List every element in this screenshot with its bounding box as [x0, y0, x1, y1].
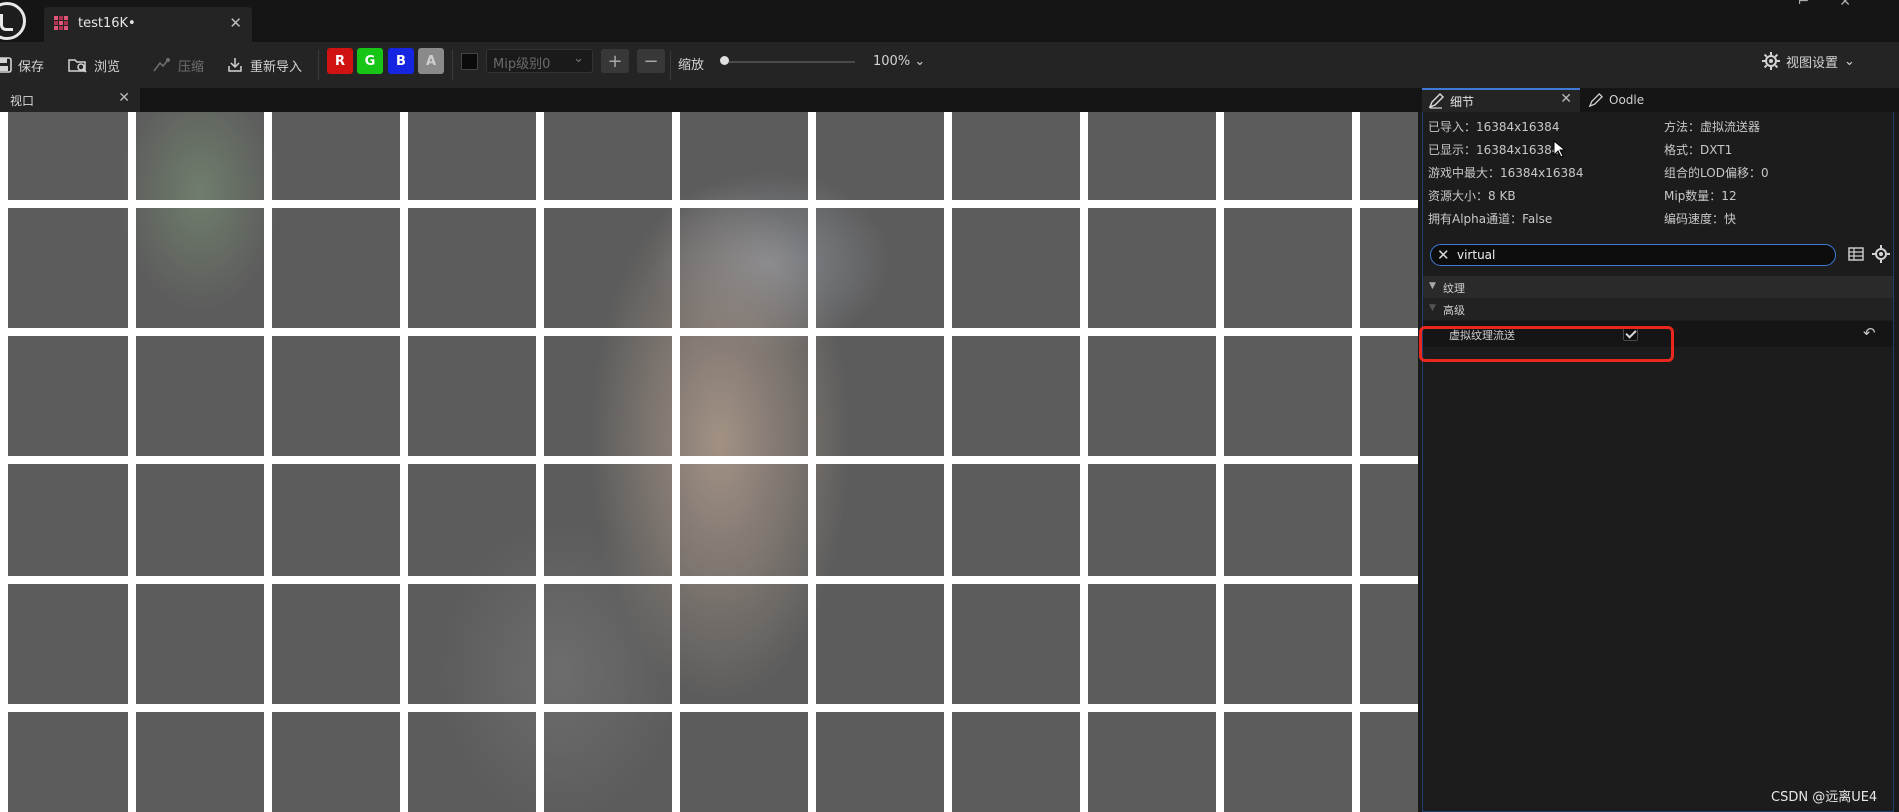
details-search-input[interactable]	[1457, 247, 1817, 263]
expand-arrow-icon: ▼	[1429, 281, 1436, 291]
details-tab[interactable]: 细节 ✕	[1422, 88, 1580, 112]
asset-tab-label: test16K•	[78, 16, 136, 31]
texture-viewport[interactable]	[0, 112, 1418, 812]
compress-button[interactable]: 压缩	[152, 42, 204, 88]
info-imported: 已导入：16384x16384	[1428, 120, 1560, 134]
channel-a-toggle[interactable]: A	[418, 48, 444, 74]
window-close-icon[interactable]: ✕	[1839, 0, 1881, 10]
compress-icon	[153, 58, 170, 72]
viewport-tab-label: 视口	[10, 94, 35, 108]
toolbar-divider	[318, 50, 319, 80]
details-tab-bar: 细节 ✕ Oodle	[1418, 88, 1899, 112]
zoom-slider-track[interactable]	[725, 61, 855, 63]
channel-r-toggle[interactable]: R	[327, 48, 353, 74]
chevron-down-icon: ⌄	[573, 51, 584, 66]
viewport-tab[interactable]: 视口 ✕	[0, 88, 140, 112]
oodle-tab[interactable]: Oodle	[1588, 88, 1644, 112]
info-max-in-game: 游戏中最大：16384x16384	[1428, 166, 1584, 180]
category-texture[interactable]: ▼ 纹理	[1423, 276, 1893, 298]
category-advanced-label: 高级	[1443, 304, 1465, 317]
table-view-icon[interactable]	[1848, 246, 1864, 262]
expand-arrow-icon: ▼	[1429, 303, 1436, 313]
reimport-label: 重新导入	[250, 59, 303, 75]
chevron-down-icon: ⌄	[1844, 53, 1855, 69]
zoom-value: 100%	[873, 54, 911, 69]
annotation-highlight-box	[1419, 326, 1674, 362]
browse-folder-icon	[68, 59, 87, 73]
close-icon[interactable]: ✕	[1560, 91, 1572, 107]
view-settings-button[interactable]: 视图设置 ⌄	[1762, 42, 1855, 80]
info-method: 方法：虚拟流送器	[1664, 120, 1761, 134]
details-tab-label: 细节	[1450, 95, 1475, 109]
info-displayed: 已显示：16384x16384	[1428, 143, 1560, 157]
info-lod-bias: 组合的LOD偏移：0	[1664, 166, 1769, 180]
info-format: 格式：DXT1	[1664, 143, 1733, 157]
pencil-icon	[1428, 93, 1444, 109]
browse-button[interactable]: 浏览	[68, 42, 120, 88]
mouse-cursor-icon	[1553, 140, 1565, 158]
title-bar: test16K• ✕ ⌐✕	[0, 0, 1899, 42]
mip-color-swatch[interactable]	[461, 53, 478, 70]
zoom-slider-thumb[interactable]	[720, 56, 729, 65]
save-button[interactable]: 保存	[0, 42, 44, 88]
channel-b-toggle[interactable]: B	[388, 48, 414, 74]
chevron-down-icon: ⌄	[914, 54, 926, 69]
save-label: 保存	[18, 59, 45, 75]
category-advanced[interactable]: ▼ 高级	[1423, 298, 1893, 320]
gear-icon[interactable]	[1872, 245, 1890, 263]
tile-grid-border	[0, 112, 8, 812]
mip-increase-button[interactable]: +	[601, 49, 629, 73]
view-settings-label: 视图设置	[1786, 55, 1839, 71]
reimport-icon	[228, 58, 242, 72]
reset-to-default-icon[interactable]: ↶	[1863, 324, 1876, 342]
mip-level-value: Mip级别0	[493, 57, 551, 72]
toolbar: 保存 浏览 压缩 重新导入 R G B A Mip级别0 ⌄ + − 缩放 10…	[0, 42, 1899, 88]
compress-label: 压缩	[178, 59, 205, 75]
watermark: CSDN @远离UE4	[1771, 790, 1878, 805]
clear-search-icon[interactable]: ✕	[1437, 246, 1450, 264]
info-mip-count: Mip数量：12	[1664, 189, 1737, 203]
texture-asset-icon	[54, 16, 68, 30]
close-icon[interactable]: ✕	[229, 14, 242, 32]
channel-g-toggle[interactable]: G	[357, 48, 383, 74]
toolbar-divider	[670, 50, 671, 80]
pencil-icon	[1588, 92, 1603, 107]
info-encode-speed: 编码速度：快	[1664, 212, 1737, 226]
oodle-tab-label: Oodle	[1609, 93, 1645, 107]
details-panel: 细节 ✕ Oodle 已导入：16384x16384 已显示：16384x163…	[1418, 88, 1899, 812]
browse-label: 浏览	[94, 59, 121, 75]
details-search-box: ✕	[1430, 244, 1836, 266]
mip-level-combo[interactable]: Mip级别0 ⌄	[486, 49, 593, 73]
category-texture-label: 纹理	[1443, 282, 1465, 295]
info-has-alpha: 拥有Alpha通道：False	[1428, 212, 1553, 226]
restore-icon[interactable]: ⌐	[1798, 0, 1840, 10]
save-icon	[0, 57, 12, 73]
window-controls[interactable]: ⌐✕	[1798, 0, 1881, 10]
unreal-engine-logo-icon[interactable]	[0, 2, 26, 40]
close-icon[interactable]: ✕	[118, 90, 130, 106]
asset-editor-tab[interactable]: test16K• ✕	[44, 7, 252, 42]
viewport-tab-bar: 视口 ✕	[0, 88, 1418, 112]
zoom-value-dropdown[interactable]: 100% ⌄	[873, 54, 925, 69]
zoom-label: 缩放	[678, 58, 705, 73]
mip-decrease-button[interactable]: −	[637, 49, 665, 73]
reimport-button[interactable]: 重新导入	[226, 42, 302, 88]
toolbar-divider	[452, 50, 453, 80]
tile-grid-lines	[0, 112, 1418, 812]
info-resource-size: 资源大小：8 KB	[1428, 189, 1516, 203]
gear-icon	[1762, 52, 1780, 70]
